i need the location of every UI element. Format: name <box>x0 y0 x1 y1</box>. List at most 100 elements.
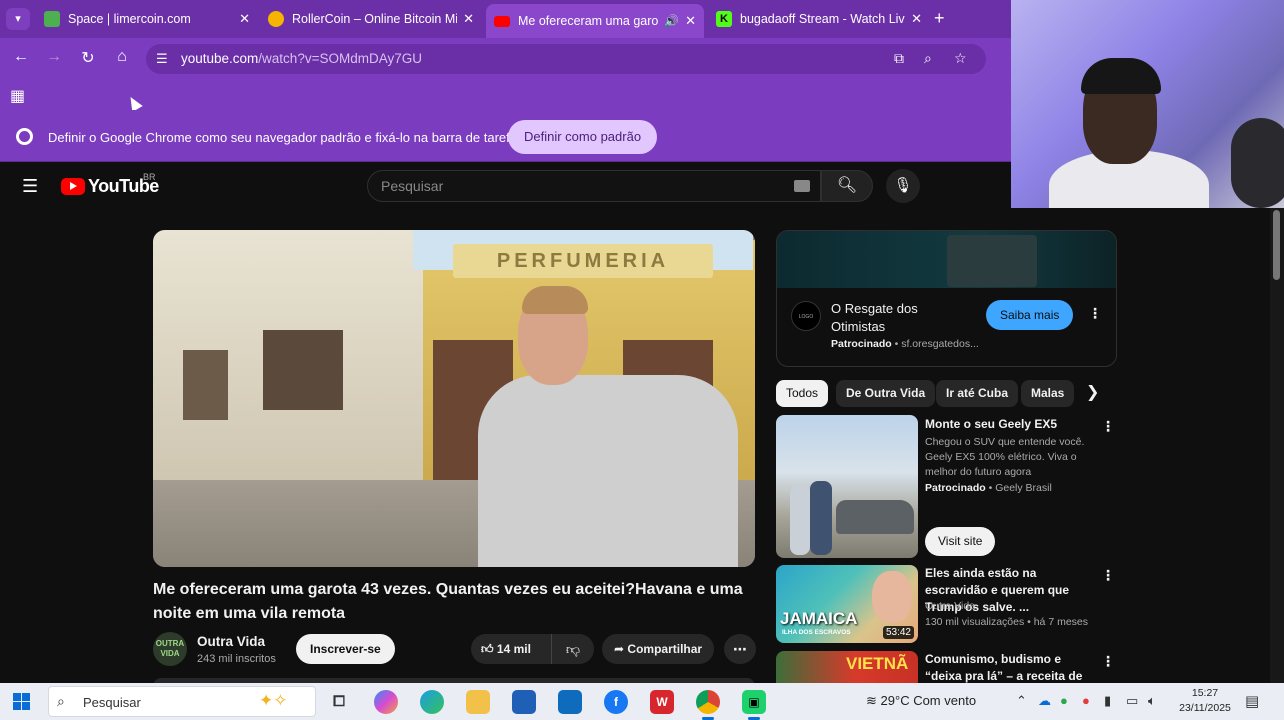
microsoft-store-icon[interactable] <box>512 690 536 714</box>
video-frame-person <box>478 286 738 567</box>
tab-kick-stream[interactable]: K bugadaoff Stream - Watch Live ✕ <box>708 4 930 34</box>
thumbs-up-icon: 👍︎ <box>481 642 494 656</box>
ad-banner-image[interactable] <box>777 231 1116 288</box>
close-tab-icon[interactable]: ✕ <box>463 11 474 27</box>
recommendation-channel[interactable]: Outra Vida <box>925 600 975 612</box>
zoom-icon[interactable]: ⌕ <box>924 50 932 67</box>
apps-grid-icon[interactable]: ▦ <box>10 86 25 106</box>
ad-sponsor-line: Patrocinado • sf.oresgatedos... <box>831 338 979 350</box>
tab-rollercoin[interactable]: RollerCoin – Online Bitcoin Mining ✕ <box>260 4 482 34</box>
reload-button[interactable]: ↻ <box>77 48 99 68</box>
search-button[interactable]: 🔍︎ <box>821 170 873 202</box>
clock[interactable]: 15:27 23/11/2025 <box>1177 686 1233 716</box>
keyboard-icon[interactable] <box>794 180 810 192</box>
tray-app-icon[interactable]: ● <box>1082 693 1090 708</box>
limercoin-favicon-icon <box>44 11 60 27</box>
taskbar-search-box[interactable]: ⌕ Pesquisar ✦✧ <box>48 686 316 717</box>
channel-name[interactable]: Outra Vida <box>197 634 265 649</box>
microphone-icon[interactable]: 🎙︎ <box>886 169 920 203</box>
wps-office-icon[interactable]: W <box>650 690 674 714</box>
video-duration-badge: 53:42 <box>882 626 914 639</box>
facebook-icon[interactable]: f <box>604 690 628 714</box>
close-tab-icon[interactable]: ✕ <box>685 13 696 29</box>
more-options-icon[interactable]: ⋮ <box>1101 418 1115 435</box>
chip-ir-ate-cuba[interactable]: Ir até Cuba <box>936 380 1019 407</box>
chevron-right-icon[interactable]: ❯ <box>1086 382 1099 402</box>
set-default-button[interactable]: Definir como padrão <box>508 120 658 154</box>
more-options-icon[interactable]: ⋮ <box>1101 567 1115 584</box>
volume-icon[interactable]: 🔈︎ <box>1148 693 1156 709</box>
url-text[interactable]: youtube.com/watch?v=SOMdmDAy7GU <box>181 51 422 66</box>
video-player[interactable]: PERFUMERIA <box>153 230 755 567</box>
more-options-icon[interactable]: ⋮ <box>1101 653 1115 670</box>
audio-playing-icon[interactable]: 🔊 <box>664 14 679 28</box>
chrome-taskbar-icon[interactable] <box>696 690 720 720</box>
install-app-icon[interactable]: ⧉ <box>894 50 904 67</box>
network-icon[interactable]: ▭ <box>1126 693 1138 709</box>
task-view-icon[interactable]: ⧠ <box>327 690 351 714</box>
wind-icon: ≋ <box>866 693 877 708</box>
tab-youtube-active[interactable]: Me ofereceram uma garota 43 vezes 🔊 ✕ <box>486 4 704 38</box>
like-button[interactable]: 👍︎ 14 mil <box>471 634 551 664</box>
copilot-icon[interactable] <box>374 690 398 714</box>
notification-icon[interactable]: ▤ <box>1245 692 1259 710</box>
close-tab-icon[interactable]: ✕ <box>239 11 250 27</box>
ad-title[interactable]: O Resgate dos Otimistas <box>831 300 971 336</box>
scrollbar-thumb[interactable] <box>1273 210 1280 280</box>
advertiser-name: Geely Brasil <box>995 482 1052 494</box>
file-explorer-icon[interactable] <box>466 690 490 714</box>
webcam-person-cap <box>1081 58 1161 94</box>
webcam-overlay <box>1011 0 1284 208</box>
tab-limercoin[interactable]: Space | limercoin.com ✕ <box>36 4 258 34</box>
show-hidden-icons-icon[interactable]: ⌃ <box>1016 693 1027 709</box>
forward-button[interactable]: → <box>43 48 65 66</box>
ad-domain: sf.oresgatedos... <box>901 338 979 350</box>
visit-site-button[interactable]: Visit site <box>925 527 996 556</box>
tray-app-icon[interactable]: ● <box>1060 693 1068 708</box>
home-button[interactable]: ⌂ <box>111 48 133 66</box>
ad-banner-faces <box>947 235 1037 287</box>
close-tab-icon[interactable]: ✕ <box>911 11 922 27</box>
page-scrollbar[interactable] <box>1270 208 1284 683</box>
dislike-button[interactable]: 👎︎ <box>551 634 594 664</box>
back-button[interactable]: ← <box>10 48 32 66</box>
tab-search-button[interactable]: ▾ <box>6 8 30 30</box>
region-code: BR <box>143 172 156 182</box>
share-button[interactable]: ➦ Compartilhar <box>602 634 715 664</box>
menu-icon[interactable]: ☰ <box>22 176 38 197</box>
ad-more-icon[interactable]: ⋮ <box>1088 305 1102 322</box>
search-icon: ⌕ <box>57 693 65 709</box>
chip-de-outra-vida[interactable]: De Outra Vida <box>836 380 936 407</box>
youtube-logo[interactable]: YouTube BR <box>61 172 159 197</box>
person-shape <box>790 485 810 555</box>
streaming-app-icon[interactable]: ▣ <box>742 690 766 720</box>
microphone-tray-icon[interactable]: ▮ <box>1104 693 1111 709</box>
chip-malas[interactable]: Malas <box>1021 380 1075 407</box>
search-input[interactable]: Pesquisar <box>367 170 821 202</box>
address-bar[interactable]: ☰ youtube.com/watch?v=SOMdmDAy7GU ⧉ ⌕ ☆ <box>146 44 986 74</box>
channel-avatar[interactable]: OUTRA VIDA <box>153 632 187 666</box>
recommendation-thumbnail[interactable]: VIETNÃ <box>776 651 918 683</box>
recommendation-thumbnail[interactable] <box>776 415 918 558</box>
recommendation-title[interactable]: Comunismo, budismo e “deixa pra lá” – a … <box>925 651 1100 683</box>
clock-time: 15:27 <box>1191 687 1219 699</box>
site-info-icon[interactable]: ☰ <box>156 51 168 67</box>
ad-cta-button[interactable]: Saiba mais <box>986 300 1074 330</box>
advertiser-logo[interactable]: LOGO <box>791 301 821 331</box>
edge-icon[interactable] <box>420 690 444 714</box>
video-frame-window <box>263 330 343 410</box>
weather-widget[interactable]: ≋ 29°C Com vento <box>866 693 976 709</box>
outlook-icon[interactable] <box>558 690 582 714</box>
windows-start-icon[interactable] <box>13 693 30 710</box>
new-tab-button[interactable]: + <box>934 8 945 29</box>
recommendation-title[interactable]: Monte o seu Geely EX5 <box>925 416 1100 433</box>
video-frame-window <box>183 350 228 420</box>
chip-all[interactable]: Todos <box>776 380 829 407</box>
subscribe-button[interactable]: Inscrever-se <box>296 634 395 664</box>
recommendation-thumbnail[interactable]: JAMAICA ILHA DOS ESCRAVOS 53:42 <box>776 565 918 643</box>
tab-title: Me ofereceram uma garota 43 vezes <box>518 14 659 28</box>
more-actions-button[interactable]: ⋯ <box>724 634 756 664</box>
bookmark-star-icon[interactable]: ☆ <box>954 50 967 67</box>
onedrive-icon[interactable]: ☁ <box>1038 693 1051 709</box>
sponsored-ad-card[interactable]: LOGO O Resgate dos Otimistas Patrocinado… <box>776 230 1117 367</box>
